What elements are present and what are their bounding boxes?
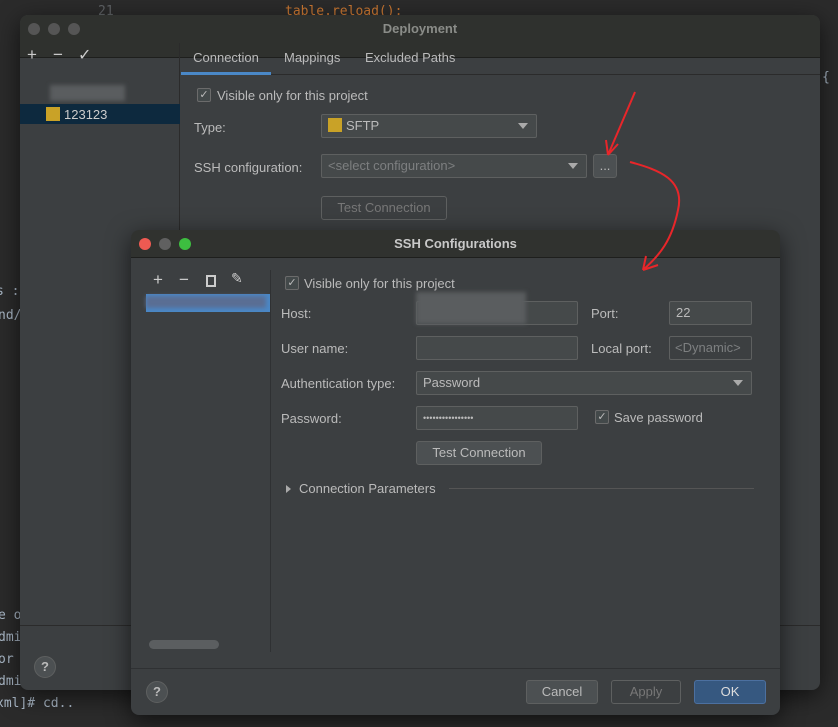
arrow-to-browse-button [605, 91, 636, 156]
arrow-to-ssh-dialog [629, 161, 681, 271]
annotation-arrows [605, 91, 681, 271]
